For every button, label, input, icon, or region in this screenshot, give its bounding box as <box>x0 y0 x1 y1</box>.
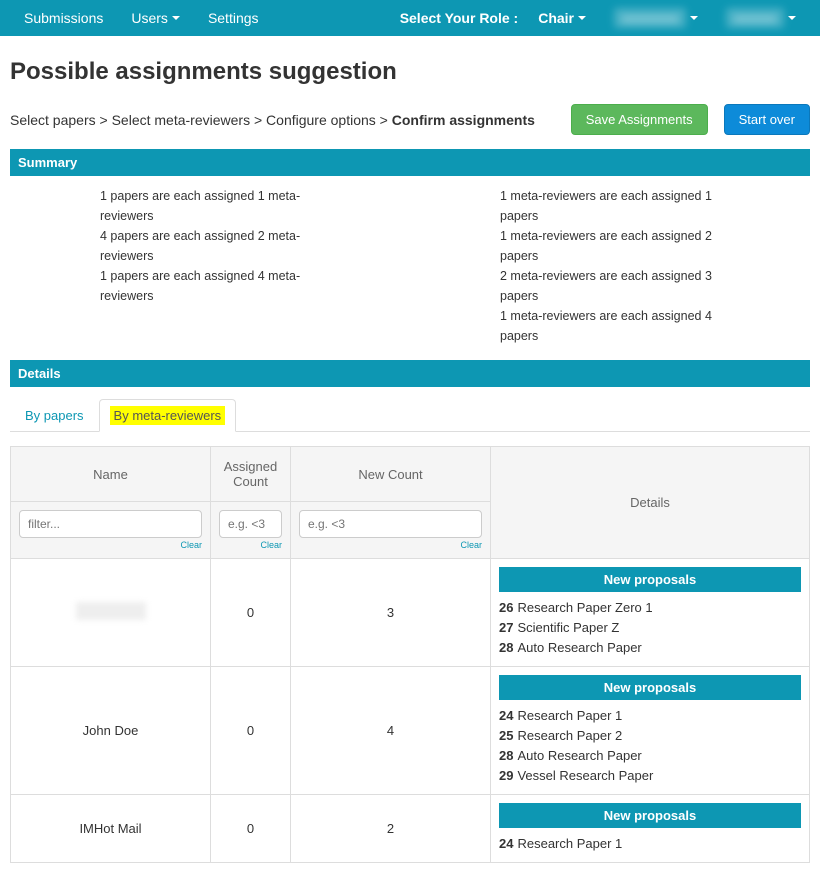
tab-by-meta-reviewers[interactable]: By meta-reviewers <box>99 399 237 432</box>
user-name: xxxxxx <box>726 8 784 28</box>
save-assignments-button[interactable]: Save Assignments <box>571 104 708 135</box>
paper-line: 29 Vessel Research Paper <box>499 766 801 786</box>
breadcrumb: Select papers > Select meta-reviewers > … <box>10 112 535 128</box>
nav-settings[interactable]: Settings <box>194 2 273 34</box>
clear-assigned-filter[interactable]: Clear <box>260 540 282 550</box>
role-label: Select Your Role : <box>394 10 525 26</box>
paper-number: 28 <box>499 748 513 763</box>
paper-number: 24 <box>499 836 513 851</box>
summary-line: 1 meta-reviewers are each assigned 1 pap… <box>500 186 750 226</box>
summary-body: 1 papers are each assigned 1 meta-review… <box>10 176 810 356</box>
chevron-down-icon <box>172 16 180 20</box>
nav-users-label: Users <box>131 10 168 26</box>
paper-number: 27 <box>499 620 513 635</box>
filter-assigned-input[interactable] <box>219 510 282 538</box>
new-proposals-bar: New proposals <box>499 567 801 592</box>
assigned-count-cell: 0 <box>211 667 291 795</box>
crumb-select-papers[interactable]: Select papers <box>10 112 96 128</box>
nav-users[interactable]: Users <box>117 2 194 34</box>
paper-line: 24 Research Paper 1 <box>499 706 801 726</box>
new-count-cell: 4 <box>291 667 491 795</box>
paper-line: 26 Research Paper Zero 1 <box>499 598 801 618</box>
page-title: Possible assignments suggestion <box>10 58 810 86</box>
details-cell: New proposals 24 Research Paper 1 25 Researc… <box>491 667 810 795</box>
paper-number: 24 <box>499 708 513 723</box>
details-cell: New proposals 24 Research Paper 1 <box>491 795 810 863</box>
chevron-down-icon <box>578 16 586 20</box>
reviewer-name-cell <box>11 559 211 667</box>
paper-number: 25 <box>499 728 513 743</box>
paper-line: 28 Auto Research Paper <box>499 746 801 766</box>
new-proposals-bar: New proposals <box>499 803 801 828</box>
clear-name-filter[interactable]: Clear <box>180 540 202 550</box>
summary-line: 4 papers are each assigned 2 meta-review… <box>100 226 350 266</box>
crumb-select-reviewers[interactable]: Select meta-reviewers <box>112 112 251 128</box>
paper-title: Research Paper 1 <box>517 708 622 723</box>
summary-line: 1 meta-reviewers are each assigned 2 pap… <box>500 226 750 266</box>
new-count-cell: 3 <box>291 559 491 667</box>
new-count-cell: 2 <box>291 795 491 863</box>
col-name: Name <box>11 447 211 502</box>
paper-title: Research Paper 2 <box>517 728 622 743</box>
paper-number: 28 <box>499 640 513 655</box>
paper-title: Vessel Research Paper <box>517 768 653 783</box>
start-over-button[interactable]: Start over <box>724 104 810 135</box>
details-header: Details <box>10 360 810 387</box>
tabs: By papers By meta-reviewers <box>10 399 810 432</box>
summary-line: 2 meta-reviewers are each assigned 3 pap… <box>500 266 750 306</box>
filter-new-input[interactable] <box>299 510 482 538</box>
col-new-count: New Count <box>291 447 491 502</box>
new-proposals-bar: New proposals <box>499 675 801 700</box>
paper-line: 25 Research Paper 2 <box>499 726 801 746</box>
conference-dropdown[interactable]: xxxxxxxx <box>600 0 712 36</box>
summary-header: Summary <box>10 149 810 176</box>
assigned-count-cell: 0 <box>211 559 291 667</box>
summary-line: 1 meta-reviewers are each assigned 4 pap… <box>500 306 750 346</box>
summary-line: 1 papers are each assigned 4 meta-review… <box>100 266 350 306</box>
col-assigned-count: Assigned Count <box>211 447 291 502</box>
paper-line: 24 Research Paper 1 <box>499 834 801 854</box>
role-dropdown[interactable]: Chair <box>524 2 600 34</box>
assignments-table: Name Assigned Count New Count Details Cl… <box>10 446 810 863</box>
nav-submissions[interactable]: Submissions <box>10 2 117 34</box>
col-details: Details <box>491 447 810 559</box>
tab-by-papers[interactable]: By papers <box>10 399 99 432</box>
top-nav: Submissions Users Settings Select Your R… <box>0 0 820 36</box>
details-cell: New proposals 26 Research Paper Zero 1 27 Sc… <box>491 559 810 667</box>
tab-by-meta-reviewers-label: By meta-reviewers <box>110 406 226 425</box>
summary-line: 1 papers are each assigned 1 meta-review… <box>100 186 350 226</box>
user-dropdown[interactable]: xxxxxx <box>712 0 810 36</box>
paper-title: Scientific Paper Z <box>517 620 619 635</box>
paper-number: 26 <box>499 600 513 615</box>
assigned-count-cell: 0 <box>211 795 291 863</box>
paper-title: Research Paper Zero 1 <box>517 600 652 615</box>
role-value: Chair <box>538 10 574 26</box>
table-row: IMHot Mail02 New proposals 24 Research Pape… <box>11 795 810 863</box>
redacted-name <box>76 602 146 620</box>
chevron-down-icon <box>788 16 796 20</box>
paper-line: 28 Auto Research Paper <box>499 638 801 658</box>
paper-number: 29 <box>499 768 513 783</box>
paper-title: Research Paper 1 <box>517 836 622 851</box>
reviewer-name-cell: John Doe <box>11 667 211 795</box>
reviewer-name-cell: IMHot Mail <box>11 795 211 863</box>
paper-title: Auto Research Paper <box>517 640 641 655</box>
chevron-down-icon <box>690 16 698 20</box>
conference-name: xxxxxxxx <box>614 8 686 28</box>
filter-name-input[interactable] <box>19 510 202 538</box>
table-row: 03 New proposals 26 Research Paper Zero 1 27… <box>11 559 810 667</box>
paper-line: 27 Scientific Paper Z <box>499 618 801 638</box>
table-row: John Doe04 New proposals 24 Research Paper … <box>11 667 810 795</box>
crumb-confirm-assignments: Confirm assignments <box>392 112 535 128</box>
paper-title: Auto Research Paper <box>517 748 641 763</box>
crumb-configure-options[interactable]: Configure options <box>266 112 376 128</box>
clear-new-filter[interactable]: Clear <box>460 540 482 550</box>
